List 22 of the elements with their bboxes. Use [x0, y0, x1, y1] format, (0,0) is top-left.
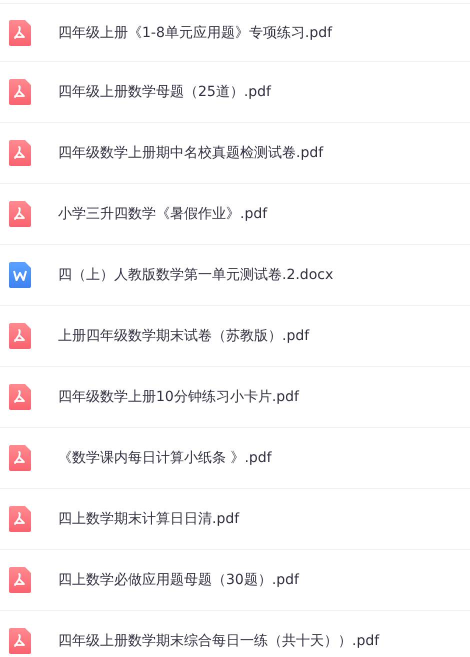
- pdf-file-icon: [9, 201, 31, 227]
- pdf-file-icon: [9, 323, 31, 349]
- file-name[interactable]: 四（上）人教版数学第一单元测试卷.2.docx: [58, 266, 334, 284]
- file-name[interactable]: 四年级数学上册10分钟练习小卡片.pdf: [58, 388, 299, 406]
- pdf-file-icon: [9, 567, 31, 593]
- file-name[interactable]: 《数学课内每日计算小纸条 》.pdf: [58, 449, 272, 467]
- pdf-file-icon: [9, 20, 31, 46]
- file-name[interactable]: 四年级数学上册期中名校真题检测试卷.pdf: [58, 144, 324, 162]
- pdf-file-icon: [9, 384, 31, 410]
- file-name[interactable]: 四年级上册《1-8单元应用题》专项练习.pdf: [58, 24, 332, 42]
- word-file-icon: [9, 262, 31, 288]
- file-name[interactable]: 上册四年级数学期末试卷（苏教版）.pdf: [58, 327, 310, 345]
- pdf-file-icon: [9, 506, 31, 532]
- pdf-file-icon: [9, 445, 31, 471]
- pdf-file-icon: [9, 79, 31, 105]
- file-name[interactable]: 小学三升四数学《暑假作业》.pdf: [58, 205, 268, 223]
- pdf-file-icon: [9, 140, 31, 166]
- file-name[interactable]: 四上数学必做应用题母题（30题）.pdf: [58, 571, 299, 589]
- file-name[interactable]: 四年级上册数学期末综合每日一练（共十天））.pdf: [58, 632, 380, 650]
- file-name[interactable]: 四上数学期末计算日日清.pdf: [58, 510, 240, 528]
- pdf-file-icon: [9, 628, 31, 654]
- file-name[interactable]: 四年级上册数学母题（25道）.pdf: [58, 83, 271, 101]
